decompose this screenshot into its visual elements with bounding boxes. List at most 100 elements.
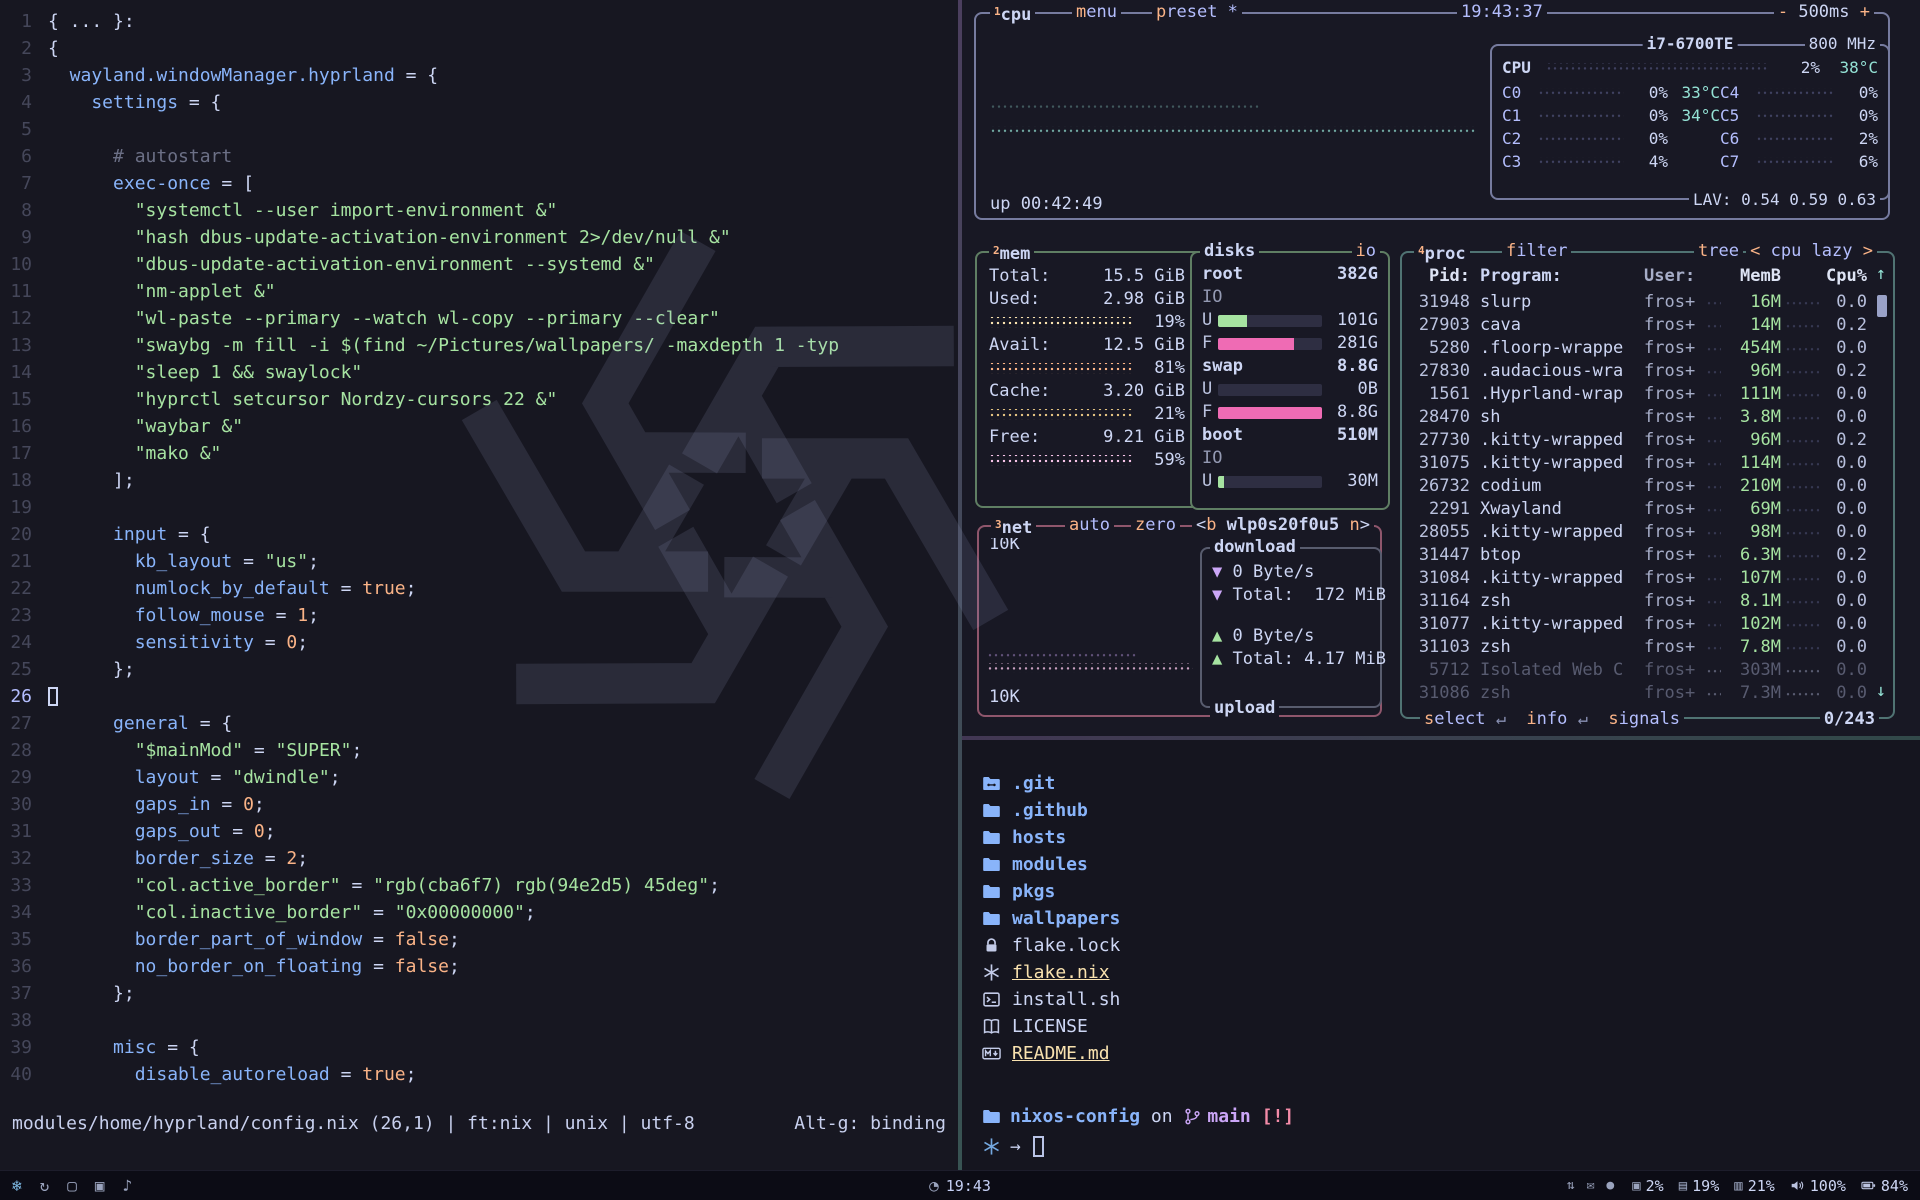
disk-usage-module[interactable]: ▥21% bbox=[1734, 1177, 1775, 1195]
io-mode-button[interactable]: io bbox=[1352, 241, 1381, 261]
interval-increase-button[interactable]: + bbox=[1860, 2, 1870, 22]
volume-module[interactable]: 100% bbox=[1790, 1177, 1846, 1195]
editor-line[interactable]: 16 "waybar &" bbox=[0, 413, 958, 440]
editor-line[interactable]: 26 bbox=[0, 683, 958, 710]
editor-line[interactable]: 2{ bbox=[0, 35, 958, 62]
interval-decrease-button[interactable]: - bbox=[1778, 2, 1788, 22]
editor-line[interactable]: 12 "wl-paste --primary --watch wl-copy -… bbox=[0, 305, 958, 332]
editor-line[interactable]: 11 "nm-applet &" bbox=[0, 278, 958, 305]
scroll-down-icon[interactable]: ↓ bbox=[1876, 680, 1886, 703]
editor-line[interactable]: 32 border_size = 2; bbox=[0, 845, 958, 872]
process-row[interactable]: 31086zshfros+7.3M0.0 bbox=[1412, 682, 1867, 705]
process-row[interactable]: 27830.audacious-wrafros+96M0.2 bbox=[1412, 360, 1867, 383]
editor-line[interactable]: 6 # autostart bbox=[0, 143, 958, 170]
editor-line[interactable]: 29 layout = "dwindle"; bbox=[0, 764, 958, 791]
editor-line[interactable]: 39 misc = { bbox=[0, 1034, 958, 1061]
proc-signals-button[interactable]: signals bbox=[1608, 709, 1680, 729]
apps-icon[interactable]: ▣ bbox=[95, 1178, 105, 1194]
shell-input-line[interactable]: → bbox=[982, 1136, 1044, 1157]
process-row[interactable]: 26732codiumfros+210M0.0 bbox=[1412, 475, 1867, 498]
editor-line[interactable]: 15 "hyprctl setcursor Nordzy-cursors 22 … bbox=[0, 386, 958, 413]
editor-line[interactable]: 1{ ... }: bbox=[0, 8, 958, 35]
network-icon[interactable]: ⇅ bbox=[1567, 1179, 1575, 1192]
process-row[interactable]: 5712Isolated Web Cfros+303M0.0 bbox=[1412, 659, 1867, 682]
process-row[interactable]: 28470shfros+3.8M0.0 bbox=[1412, 406, 1867, 429]
editor-line[interactable]: 38 bbox=[0, 1007, 958, 1034]
window-split-border[interactable] bbox=[958, 0, 962, 1170]
editor-line[interactable]: 9 "hash dbus-update-activation-environme… bbox=[0, 224, 958, 251]
header-pid[interactable]: Pid: bbox=[1412, 265, 1470, 288]
process-row[interactable]: 28055.kitty-wrappedfros+98M0.0 bbox=[1412, 521, 1867, 544]
battery-module[interactable]: 84% bbox=[1861, 1177, 1908, 1195]
editor-line[interactable]: 36 no_border_on_floating = false; bbox=[0, 953, 958, 980]
process-row[interactable]: 31103zshfros+7.8M0.0 bbox=[1412, 636, 1867, 659]
editor-line[interactable]: 33 "col.active_border" = "rgb(cba6f7) rg… bbox=[0, 872, 958, 899]
btop-pane[interactable]: 1cpu menu preset * 19:43:37 - 500ms + i7… bbox=[962, 0, 1920, 736]
preset-button[interactable]: preset * bbox=[1152, 2, 1242, 22]
process-row[interactable]: 1561.Hyprland-wrapfros+111M0.0 bbox=[1412, 383, 1867, 406]
editor-line[interactable]: 35 border_part_of_window = false; bbox=[0, 926, 958, 953]
process-row[interactable]: 2291Xwaylandfros+69M0.0 bbox=[1412, 498, 1867, 521]
process-row[interactable]: 5280.floorp-wrappefros+454M0.0 bbox=[1412, 337, 1867, 360]
editor-line[interactable]: 19 bbox=[0, 494, 958, 521]
editor-line[interactable]: 21 kb_layout = "us"; bbox=[0, 548, 958, 575]
window-split-border-horizontal[interactable] bbox=[962, 736, 1920, 740]
process-row[interactable]: 27730.kitty-wrappedfros+96M0.2 bbox=[1412, 429, 1867, 452]
terminal-pane[interactable]: .git.githubhostsmodulespkgswallpapersfla… bbox=[962, 740, 1920, 1170]
scroll-up-icon[interactable]: ↑ bbox=[1876, 263, 1886, 286]
editor-line[interactable]: 25 }; bbox=[0, 656, 958, 683]
net-auto-button[interactable]: auto bbox=[1065, 515, 1114, 535]
editor-line[interactable]: 8 "systemctl --user import-environment &… bbox=[0, 197, 958, 224]
music-icon[interactable]: ♪ bbox=[123, 1178, 133, 1194]
editor-line[interactable]: 34 "col.inactive_border" = "0x00000000"; bbox=[0, 899, 958, 926]
header-user[interactable]: User: bbox=[1638, 265, 1702, 288]
editor-line[interactable]: 4 settings = { bbox=[0, 89, 958, 116]
editor-line[interactable]: 14 "sleep 1 && swaylock" bbox=[0, 359, 958, 386]
editor-line[interactable]: 37 }; bbox=[0, 980, 958, 1007]
filter-button[interactable]: filter bbox=[1502, 241, 1571, 261]
net-zero-button[interactable]: zero bbox=[1131, 515, 1180, 535]
editor-pane[interactable]: 1{ ... }:2{3 wayland.windowManager.hyprl… bbox=[0, 0, 958, 1170]
power-icon[interactable]: ↻ bbox=[40, 1178, 50, 1194]
editor-line[interactable]: 3 wayland.windowManager.hyprland = { bbox=[0, 62, 958, 89]
proc-info-button[interactable]: info bbox=[1526, 709, 1567, 729]
window-icon[interactable]: ▢ bbox=[67, 1178, 77, 1194]
process-row[interactable]: 31077.kitty-wrappedfros+102M0.0 bbox=[1412, 613, 1867, 636]
iface-next-button[interactable]: n bbox=[1350, 515, 1360, 535]
editor-line[interactable]: 24 sensitivity = 0; bbox=[0, 629, 958, 656]
process-row[interactable]: 31447btopfros+6.3M0.2 bbox=[1412, 544, 1867, 567]
scrollbar-thumb[interactable] bbox=[1877, 295, 1887, 317]
editor-line[interactable]: 10 "dbus-update-activation-environment -… bbox=[0, 251, 958, 278]
editor-line[interactable]: 28 "$mainMod" = "SUPER"; bbox=[0, 737, 958, 764]
mail-icon[interactable]: ✉ bbox=[1587, 1179, 1595, 1192]
process-row[interactable]: 31084.kitty-wrappedfros+107M0.0 bbox=[1412, 567, 1867, 590]
sort-next-button[interactable]: > bbox=[1863, 241, 1873, 261]
editor-line[interactable]: 30 gaps_in = 0; bbox=[0, 791, 958, 818]
editor-line[interactable]: 40 disable_autoreload = true; bbox=[0, 1061, 958, 1088]
header-cpu[interactable]: Cpu% bbox=[1823, 265, 1867, 288]
status-dot-icon[interactable]: ● bbox=[1606, 1179, 1614, 1192]
editor-line[interactable]: 18 ]; bbox=[0, 467, 958, 494]
tree-button[interactable]: tree bbox=[1694, 241, 1743, 261]
header-mem[interactable]: MemB bbox=[1725, 265, 1781, 288]
clock-module[interactable]: ◔ 19:43 bbox=[929, 1177, 991, 1195]
editor-line[interactable]: 31 gaps_out = 0; bbox=[0, 818, 958, 845]
editor-line[interactable]: 23 follow_mouse = 1; bbox=[0, 602, 958, 629]
editor-line[interactable]: 22 numlock_by_default = true; bbox=[0, 575, 958, 602]
process-row[interactable]: 31948slurpfros+16M0.0 bbox=[1412, 291, 1867, 314]
sort-prev-button[interactable]: < bbox=[1750, 241, 1760, 261]
menu-button[interactable]: menu bbox=[1072, 2, 1121, 22]
editor-line[interactable]: 7 exec-once = [ bbox=[0, 170, 958, 197]
process-row[interactable]: 27903cavafros+14M0.2 bbox=[1412, 314, 1867, 337]
process-row[interactable]: 31164zshfros+8.1M0.0 bbox=[1412, 590, 1867, 613]
editor-line[interactable]: 27 general = { bbox=[0, 710, 958, 737]
editor-line[interactable]: 20 input = { bbox=[0, 521, 958, 548]
cpu-usage-module[interactable]: ▣2% bbox=[1632, 1177, 1664, 1195]
editor-line[interactable]: 5 bbox=[0, 116, 958, 143]
editor-line[interactable]: 13 "swaybg -m fill -i $(find ~/Pictures/… bbox=[0, 332, 958, 359]
memory-usage-module[interactable]: ▤19% bbox=[1679, 1177, 1720, 1195]
process-row[interactable]: 31075.kitty-wrappedfros+114M0.0 bbox=[1412, 452, 1867, 475]
nixos-logo-icon[interactable]: ❄ bbox=[12, 1178, 22, 1194]
iface-prev-button[interactable]: b bbox=[1206, 515, 1216, 535]
header-program[interactable]: Program: bbox=[1470, 265, 1638, 288]
